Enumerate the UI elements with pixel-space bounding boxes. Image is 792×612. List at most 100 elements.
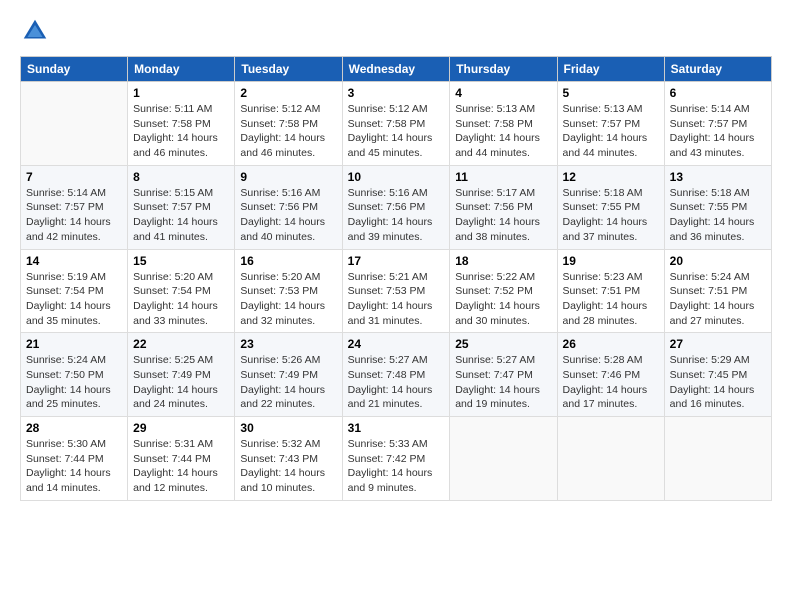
day-cell: 27 Sunrise: 5:29 AMSunset: 7:45 PMDayligh… (664, 333, 771, 417)
day-cell: 19 Sunrise: 5:23 AMSunset: 7:51 PMDayligh… (557, 249, 664, 333)
day-info: Sunrise: 5:13 AMSunset: 7:57 PMDaylight:… (563, 102, 659, 161)
day-info: Sunrise: 5:27 AMSunset: 7:47 PMDaylight:… (455, 353, 551, 412)
day-info: Sunrise: 5:17 AMSunset: 7:56 PMDaylight:… (455, 186, 551, 245)
day-cell: 11 Sunrise: 5:17 AMSunset: 7:56 PMDayligh… (450, 165, 557, 249)
day-cell: 12 Sunrise: 5:18 AMSunset: 7:55 PMDayligh… (557, 165, 664, 249)
day-info: Sunrise: 5:23 AMSunset: 7:51 PMDaylight:… (563, 270, 659, 329)
day-cell: 15 Sunrise: 5:20 AMSunset: 7:54 PMDayligh… (128, 249, 235, 333)
week-row-4: 21 Sunrise: 5:24 AMSunset: 7:50 PMDayligh… (21, 333, 772, 417)
col-header-saturday: Saturday (664, 57, 771, 82)
day-number: 15 (133, 254, 229, 268)
day-cell: 23 Sunrise: 5:26 AMSunset: 7:49 PMDayligh… (235, 333, 342, 417)
day-cell: 30Sunrise: 5:32 AMSunset: 7:43 PMDayligh… (235, 417, 342, 501)
day-cell: 28 Sunrise: 5:30 AMSunset: 7:44 PMDayligh… (21, 417, 128, 501)
day-number: 22 (133, 337, 229, 351)
logo-icon (20, 16, 50, 46)
day-info: Sunrise: 5:13 AMSunset: 7:58 PMDaylight:… (455, 102, 551, 161)
day-number: 6 (670, 86, 766, 100)
day-cell (21, 82, 128, 166)
day-info: Sunrise: 5:20 AMSunset: 7:54 PMDaylight:… (133, 270, 229, 329)
day-cell: 31 Sunrise: 5:33 AMSunset: 7:42 PMDayligh… (342, 417, 450, 501)
day-number: 8 (133, 170, 229, 184)
day-number: 23 (240, 337, 336, 351)
day-cell: 6 Sunrise: 5:14 AMSunset: 7:57 PMDaylight… (664, 82, 771, 166)
day-cell: 10 Sunrise: 5:16 AMSunset: 7:56 PMDayligh… (342, 165, 450, 249)
day-info: Sunrise: 5:33 AMSunset: 7:42 PMDaylight:… (348, 437, 445, 496)
day-info: Sunrise: 5:25 AMSunset: 7:49 PMDaylight:… (133, 353, 229, 412)
day-number: 9 (240, 170, 336, 184)
day-info: Sunrise: 5:22 AMSunset: 7:52 PMDaylight:… (455, 270, 551, 329)
week-row-1: 1 Sunrise: 5:11 AMSunset: 7:58 PMDaylight… (21, 82, 772, 166)
day-number: 7 (26, 170, 122, 184)
day-number: 3 (348, 86, 445, 100)
day-cell: 8 Sunrise: 5:15 AMSunset: 7:57 PMDaylight… (128, 165, 235, 249)
day-number: 10 (348, 170, 445, 184)
day-number: 12 (563, 170, 659, 184)
day-cell: 4 Sunrise: 5:13 AMSunset: 7:58 PMDaylight… (450, 82, 557, 166)
day-cell (557, 417, 664, 501)
day-cell: 13Sunrise: 5:18 AMSunset: 7:55 PMDayligh… (664, 165, 771, 249)
week-row-2: 7 Sunrise: 5:14 AMSunset: 7:57 PMDaylight… (21, 165, 772, 249)
day-info: Sunrise: 5:16 AMSunset: 7:56 PMDaylight:… (348, 186, 445, 245)
day-info: Sunrise: 5:21 AMSunset: 7:53 PMDaylight:… (348, 270, 445, 329)
day-cell: 16Sunrise: 5:20 AMSunset: 7:53 PMDayligh… (235, 249, 342, 333)
day-info: Sunrise: 5:12 AMSunset: 7:58 PMDaylight:… (240, 102, 336, 161)
day-number: 4 (455, 86, 551, 100)
day-number: 31 (348, 421, 445, 435)
day-info: Sunrise: 5:24 AMSunset: 7:51 PMDaylight:… (670, 270, 766, 329)
day-info: Sunrise: 5:24 AMSunset: 7:50 PMDaylight:… (26, 353, 122, 412)
day-number: 26 (563, 337, 659, 351)
col-header-wednesday: Wednesday (342, 57, 450, 82)
week-row-5: 28 Sunrise: 5:30 AMSunset: 7:44 PMDayligh… (21, 417, 772, 501)
day-cell: 9 Sunrise: 5:16 AMSunset: 7:56 PMDaylight… (235, 165, 342, 249)
calendar: SundayMondayTuesdayWednesdayThursdayFrid… (20, 56, 772, 501)
day-cell: 5Sunrise: 5:13 AMSunset: 7:57 PMDaylight… (557, 82, 664, 166)
day-cell: 25 Sunrise: 5:27 AMSunset: 7:47 PMDayligh… (450, 333, 557, 417)
day-number: 17 (348, 254, 445, 268)
day-number: 11 (455, 170, 551, 184)
day-info: Sunrise: 5:31 AMSunset: 7:44 PMDaylight:… (133, 437, 229, 496)
day-number: 25 (455, 337, 551, 351)
day-number: 29 (133, 421, 229, 435)
day-cell: 3 Sunrise: 5:12 AMSunset: 7:58 PMDaylight… (342, 82, 450, 166)
day-info: Sunrise: 5:30 AMSunset: 7:44 PMDaylight:… (26, 437, 122, 496)
day-info: Sunrise: 5:26 AMSunset: 7:49 PMDaylight:… (240, 353, 336, 412)
day-cell: 26 Sunrise: 5:28 AMSunset: 7:46 PMDayligh… (557, 333, 664, 417)
day-number: 1 (133, 86, 229, 100)
header (20, 16, 772, 46)
day-info: Sunrise: 5:14 AMSunset: 7:57 PMDaylight:… (670, 102, 766, 161)
day-info: Sunrise: 5:28 AMSunset: 7:46 PMDaylight:… (563, 353, 659, 412)
day-number: 30 (240, 421, 336, 435)
col-header-tuesday: Tuesday (235, 57, 342, 82)
day-info: Sunrise: 5:27 AMSunset: 7:48 PMDaylight:… (348, 353, 445, 412)
day-number: 28 (26, 421, 122, 435)
day-cell: 7 Sunrise: 5:14 AMSunset: 7:57 PMDaylight… (21, 165, 128, 249)
day-info: Sunrise: 5:18 AMSunset: 7:55 PMDaylight:… (563, 186, 659, 245)
day-cell: 29 Sunrise: 5:31 AMSunset: 7:44 PMDayligh… (128, 417, 235, 501)
week-row-3: 14Sunrise: 5:19 AMSunset: 7:54 PMDayligh… (21, 249, 772, 333)
page: SundayMondayTuesdayWednesdayThursdayFrid… (0, 0, 792, 612)
day-number: 24 (348, 337, 445, 351)
day-cell: 22 Sunrise: 5:25 AMSunset: 7:49 PMDayligh… (128, 333, 235, 417)
day-info: Sunrise: 5:12 AMSunset: 7:58 PMDaylight:… (348, 102, 445, 161)
day-info: Sunrise: 5:29 AMSunset: 7:45 PMDaylight:… (670, 353, 766, 412)
day-number: 2 (240, 86, 336, 100)
day-info: Sunrise: 5:20 AMSunset: 7:53 PMDaylight:… (240, 270, 336, 329)
day-info: Sunrise: 5:16 AMSunset: 7:56 PMDaylight:… (240, 186, 336, 245)
calendar-header-row: SundayMondayTuesdayWednesdayThursdayFrid… (21, 57, 772, 82)
day-number: 21 (26, 337, 122, 351)
day-cell (450, 417, 557, 501)
day-cell: 14Sunrise: 5:19 AMSunset: 7:54 PMDayligh… (21, 249, 128, 333)
col-header-thursday: Thursday (450, 57, 557, 82)
day-number: 13 (670, 170, 766, 184)
day-info: Sunrise: 5:14 AMSunset: 7:57 PMDaylight:… (26, 186, 122, 245)
day-info: Sunrise: 5:11 AMSunset: 7:58 PMDaylight:… (133, 102, 229, 161)
day-number: 20 (670, 254, 766, 268)
day-number: 27 (670, 337, 766, 351)
day-cell: 1 Sunrise: 5:11 AMSunset: 7:58 PMDaylight… (128, 82, 235, 166)
col-header-friday: Friday (557, 57, 664, 82)
day-info: Sunrise: 5:15 AMSunset: 7:57 PMDaylight:… (133, 186, 229, 245)
day-info: Sunrise: 5:19 AMSunset: 7:54 PMDaylight:… (26, 270, 122, 329)
day-cell: 24 Sunrise: 5:27 AMSunset: 7:48 PMDayligh… (342, 333, 450, 417)
day-number: 19 (563, 254, 659, 268)
